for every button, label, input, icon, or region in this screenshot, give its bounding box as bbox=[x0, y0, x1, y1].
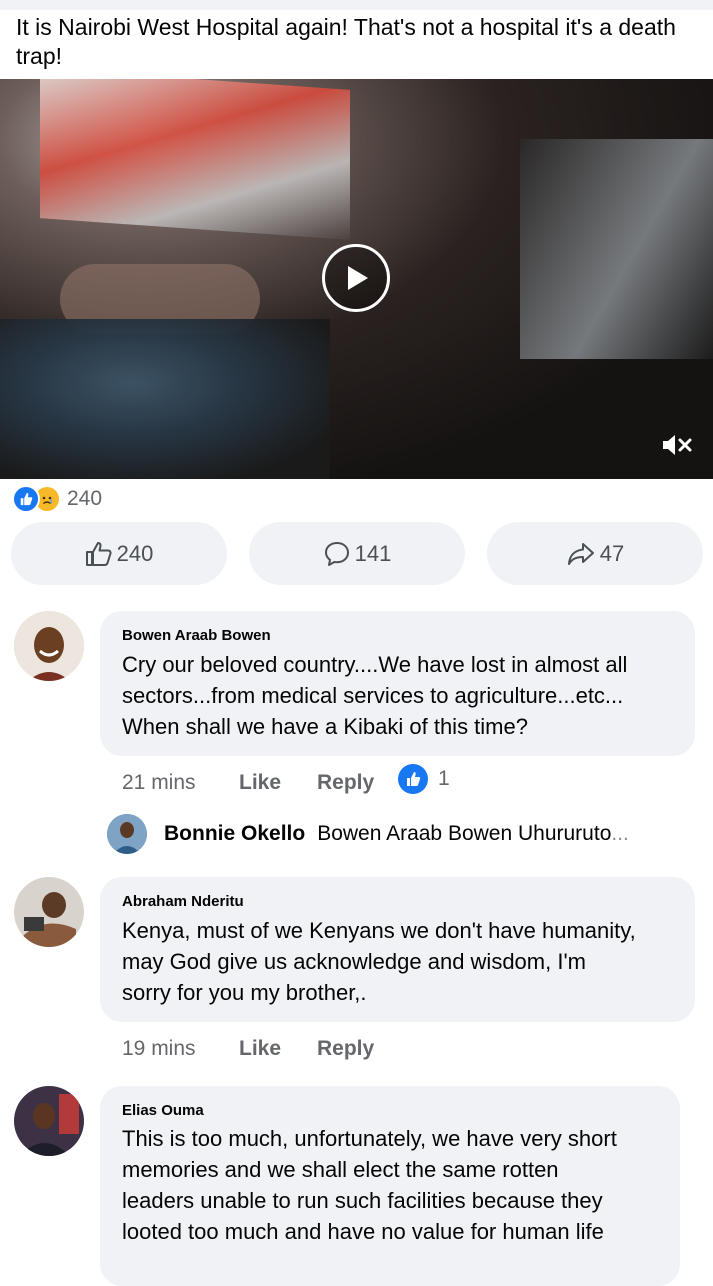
play-icon bbox=[348, 266, 368, 290]
comment-author[interactable]: Bowen Araab Bowen bbox=[122, 627, 271, 644]
like-badge-icon bbox=[398, 764, 428, 794]
comment-text-line: Kenya, must of we Kenyans we don't have … bbox=[122, 918, 636, 943]
comment-text-line: memories and we shall elect the same rot… bbox=[122, 1157, 559, 1182]
like-reaction-icon bbox=[12, 485, 40, 513]
share-button-count: 47 bbox=[599, 540, 625, 566]
video-frame-window bbox=[520, 139, 713, 359]
comment-author[interactable]: Elias Ouma bbox=[122, 1102, 204, 1119]
reply-preview[interactable]: Bonnie Okello Bowen Araab Bowen Uhururut… bbox=[107, 814, 629, 854]
comment-button-count: 141 bbox=[354, 540, 392, 566]
comment-reply-button[interactable]: Reply bbox=[317, 1037, 374, 1061]
comment-button[interactable]: 141 bbox=[249, 522, 465, 585]
avatar[interactable] bbox=[107, 814, 147, 854]
avatar[interactable] bbox=[14, 1086, 84, 1156]
comment-timestamp: 21 mins bbox=[122, 771, 196, 794]
comment-text-line: may God give us acknowledge and wisdom, … bbox=[122, 949, 586, 974]
reply-author[interactable]: Bonnie Okello bbox=[164, 822, 305, 846]
avatar[interactable] bbox=[14, 611, 84, 681]
comment-text-line: leaders unable to run such facilities be… bbox=[122, 1188, 603, 1213]
like-button-count: 240 bbox=[116, 540, 154, 566]
comment-reply-button[interactable]: Reply bbox=[317, 771, 374, 795]
video-frame-stretcher bbox=[0, 319, 330, 479]
muted-speaker-icon[interactable] bbox=[660, 431, 694, 459]
like-button[interactable]: 240 bbox=[11, 522, 227, 585]
top-divider bbox=[0, 0, 713, 10]
comment-text-line: Cry our beloved country....We have lost … bbox=[122, 652, 628, 677]
comment-text-line: When shall we have a Kibaki of this time… bbox=[122, 714, 528, 739]
comment-author[interactable]: Abraham Nderitu bbox=[122, 893, 244, 910]
comment-timestamp: 19 mins bbox=[122, 1037, 196, 1060]
reactions-count: 240 bbox=[67, 487, 103, 510]
comment-text-line: This is too much, unfortunately, we have… bbox=[122, 1126, 617, 1151]
video-player[interactable] bbox=[0, 79, 713, 479]
comment-like-count: 1 bbox=[438, 767, 450, 790]
reply-text: Bowen Araab Bowen Uhururuto bbox=[317, 822, 612, 845]
thumbs-up-icon bbox=[85, 541, 112, 566]
share-icon bbox=[567, 542, 594, 565]
reply-ellipsis: ... bbox=[611, 822, 629, 845]
avatar[interactable] bbox=[14, 877, 84, 947]
reactions-summary[interactable]: 240 bbox=[12, 485, 102, 513]
comment-like-button[interactable]: Like bbox=[239, 771, 281, 795]
comment-text-line: sectors...from medical services to agric… bbox=[122, 683, 624, 708]
comment-icon bbox=[324, 541, 349, 566]
comment-text-line: looted too much and have no value for hu… bbox=[122, 1219, 604, 1244]
video-frame-ambulance bbox=[40, 79, 350, 240]
play-button[interactable] bbox=[322, 244, 390, 312]
share-button[interactable]: 47 bbox=[487, 522, 703, 585]
post-text: It is Nairobi West Hospital again! That'… bbox=[16, 14, 676, 69]
comment-like-button[interactable]: Like bbox=[239, 1037, 281, 1061]
comment-text-line: sorry for you my brother,. bbox=[122, 980, 367, 1005]
